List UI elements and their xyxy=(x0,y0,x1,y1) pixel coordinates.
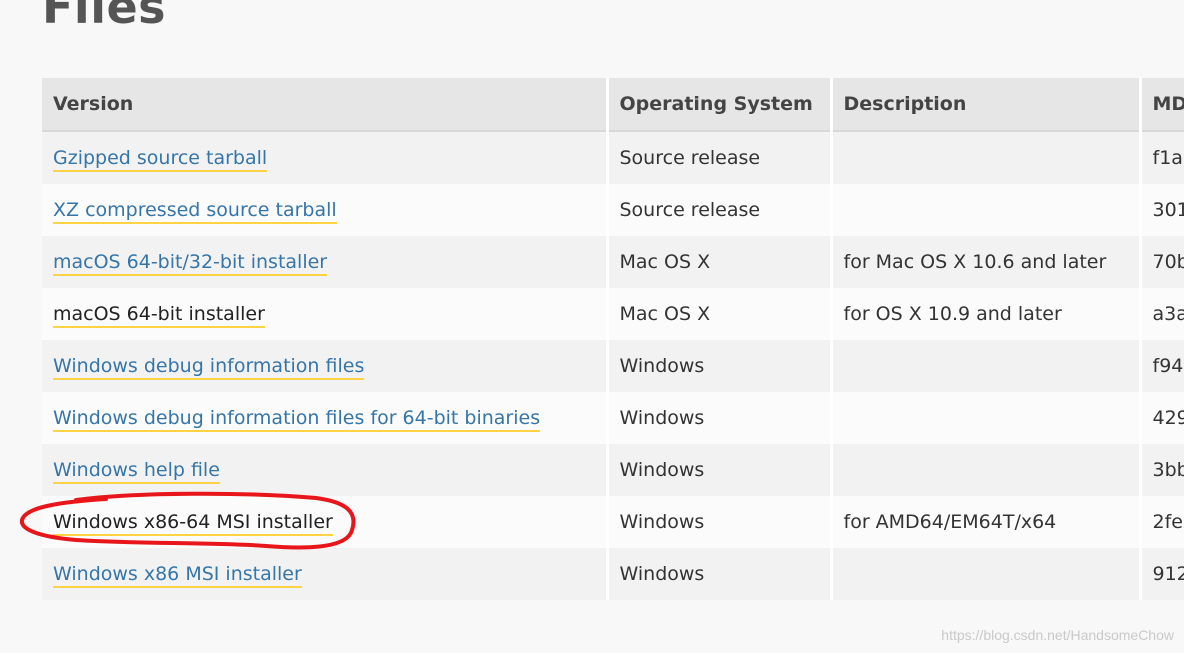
os-cell: Mac OS X xyxy=(607,236,833,288)
md5-cell: 2fe8 xyxy=(1140,496,1184,548)
description-cell xyxy=(831,131,1142,184)
files-table: Version Operating System Description MD5… xyxy=(42,78,1184,600)
column-header-operating-system: Operating System xyxy=(607,78,833,132)
table-row: Windows x86 MSI installer Windows 912 xyxy=(42,548,1184,600)
download-link-gzipped-source-tarball[interactable]: Gzipped source tarball xyxy=(53,147,268,172)
os-cell: Source release xyxy=(607,131,833,184)
description-cell: for OS X 10.9 and later xyxy=(831,288,1142,340)
version-cell: Windows x86 MSI installer xyxy=(42,548,609,600)
version-cell: Gzipped source tarball xyxy=(42,131,609,184)
download-link-xz-source-tarball[interactable]: XZ compressed source tarball xyxy=(53,199,337,224)
table-row: macOS 64-bit/32-bit installer Mac OS X f… xyxy=(42,236,1184,288)
md5-cell: f946 xyxy=(1140,340,1184,392)
download-link-windows-debug-files-64[interactable]: Windows debug information files for 64-b… xyxy=(53,407,541,432)
description-cell xyxy=(831,392,1142,444)
download-link-windows-x86-msi-installer[interactable]: Windows x86 MSI installer xyxy=(53,563,302,588)
table-row: XZ compressed source tarball Source rele… xyxy=(42,184,1184,236)
version-cell: Windows help file xyxy=(42,444,609,496)
os-cell: Source release xyxy=(607,184,833,236)
table-row: macOS 64-bit installer Mac OS X for OS X… xyxy=(42,288,1184,340)
version-cell: Windows debug information files for 64-b… xyxy=(42,392,609,444)
description-cell xyxy=(831,548,1142,600)
watermark-text: https://blog.csdn.net/HandsomeChow xyxy=(941,627,1174,643)
description-cell: for AMD64/EM64T/x64 xyxy=(831,496,1142,548)
column-header-version: Version xyxy=(42,78,609,132)
md5-cell: 3bb xyxy=(1140,444,1184,496)
table-row: Windows help file Windows 3bb xyxy=(42,444,1184,496)
download-link-windows-x86-64-msi-installer[interactable]: Windows x86-64 MSI installer xyxy=(53,511,333,536)
md5-cell: 429 xyxy=(1140,392,1184,444)
md5-cell: f1a2 xyxy=(1140,131,1184,184)
version-cell: Windows x86-64 MSI installer xyxy=(42,496,609,548)
python-downloads-page: Files Version Operating System Descripti… xyxy=(0,0,1184,653)
table-row: Windows debug information files Windows … xyxy=(42,340,1184,392)
download-link-macos-64-installer[interactable]: macOS 64-bit installer xyxy=(53,303,265,328)
version-cell: XZ compressed source tarball xyxy=(42,184,609,236)
os-cell: Windows xyxy=(607,340,833,392)
version-cell: macOS 64-bit installer xyxy=(42,288,609,340)
download-link-windows-debug-files[interactable]: Windows debug information files xyxy=(53,355,365,380)
version-cell: Windows debug information files xyxy=(42,340,609,392)
description-cell: for Mac OS X 10.6 and later xyxy=(831,236,1142,288)
table-row: Windows x86-64 MSI installer Windows for… xyxy=(42,496,1184,548)
description-cell xyxy=(831,340,1142,392)
md5-cell: 301 xyxy=(1140,184,1184,236)
table-header-row: Version Operating System Description MD5 xyxy=(42,78,1184,132)
description-cell xyxy=(831,444,1142,496)
os-cell: Windows xyxy=(607,548,833,600)
column-header-md5: MD5 xyxy=(1140,78,1184,132)
md5-cell: 70b xyxy=(1140,236,1184,288)
md5-cell: a3a xyxy=(1140,288,1184,340)
download-link-windows-help-file[interactable]: Windows help file xyxy=(53,459,220,484)
download-link-macos-64-32-installer[interactable]: macOS 64-bit/32-bit installer xyxy=(53,251,328,276)
page-title: Files xyxy=(42,0,167,34)
version-cell: macOS 64-bit/32-bit installer xyxy=(42,236,609,288)
md5-cell: 912 xyxy=(1140,548,1184,600)
os-cell: Windows xyxy=(607,496,833,548)
description-cell xyxy=(831,184,1142,236)
os-cell: Windows xyxy=(607,444,833,496)
os-cell: Windows xyxy=(607,392,833,444)
os-cell: Mac OS X xyxy=(607,288,833,340)
column-header-description: Description xyxy=(831,78,1142,132)
table-row: Gzipped source tarball Source release f1… xyxy=(42,131,1184,184)
table-row: Windows debug information files for 64-b… xyxy=(42,392,1184,444)
